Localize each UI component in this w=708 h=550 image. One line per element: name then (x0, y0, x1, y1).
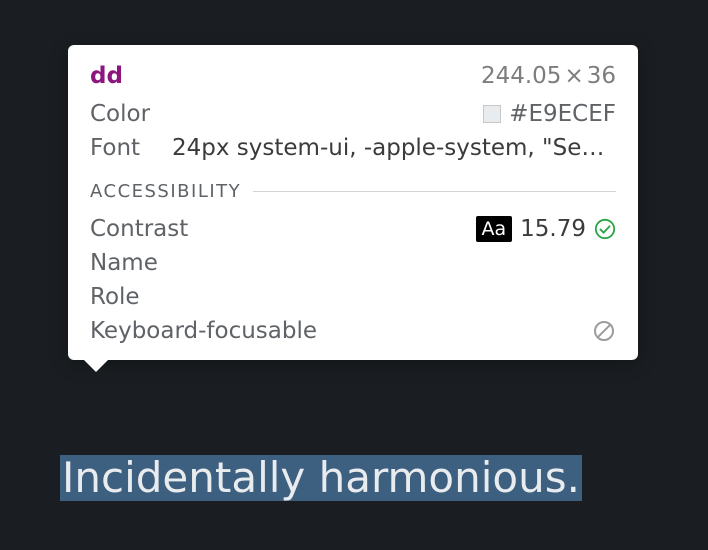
accessibility-header: ACCESSIBILITY (90, 181, 616, 202)
color-row: Color #E9ECEF (90, 101, 616, 127)
role-label: Role (90, 284, 140, 310)
role-row: Role (90, 284, 616, 310)
inspector-tooltip: dd 244.05×36 Color #E9ECEF Font 24px sys… (68, 45, 638, 360)
contrast-value-group: Aa 15.79 (476, 216, 617, 242)
contrast-badge: Aa (476, 216, 513, 242)
ban-icon (592, 319, 616, 343)
tooltip-arrow (84, 360, 108, 372)
element-dimensions: 244.05×36 (481, 63, 616, 89)
times-symbol: × (564, 63, 583, 89)
color-label: Color (90, 101, 172, 127)
color-value: #E9ECEF (483, 101, 616, 127)
font-value: 24px system-ui, -apple-system, "Segoe… (172, 135, 616, 161)
check-circle-icon (594, 218, 616, 240)
dimension-height: 36 (587, 63, 616, 89)
font-row: Font 24px system-ui, -apple-system, "Seg… (90, 135, 616, 161)
inspected-text[interactable]: Incidentally harmonious. (60, 455, 582, 501)
contrast-label: Contrast (90, 216, 188, 242)
element-tag: dd (90, 63, 123, 89)
dimension-width: 244.05 (481, 63, 561, 89)
name-label: Name (90, 250, 158, 276)
color-swatch (483, 105, 501, 123)
tooltip-header-row: dd 244.05×36 (90, 63, 616, 89)
name-row: Name (90, 250, 616, 276)
keyboard-focusable-row: Keyboard-focusable (90, 318, 616, 344)
section-divider (253, 191, 616, 192)
color-hex: #E9ECEF (509, 101, 616, 127)
keyboard-focusable-value (592, 319, 616, 343)
contrast-row: Contrast Aa 15.79 (90, 216, 616, 242)
accessibility-title: ACCESSIBILITY (90, 181, 241, 202)
keyboard-focusable-label: Keyboard-focusable (90, 318, 317, 344)
font-label: Font (90, 135, 172, 161)
contrast-ratio: 15.79 (520, 216, 586, 242)
